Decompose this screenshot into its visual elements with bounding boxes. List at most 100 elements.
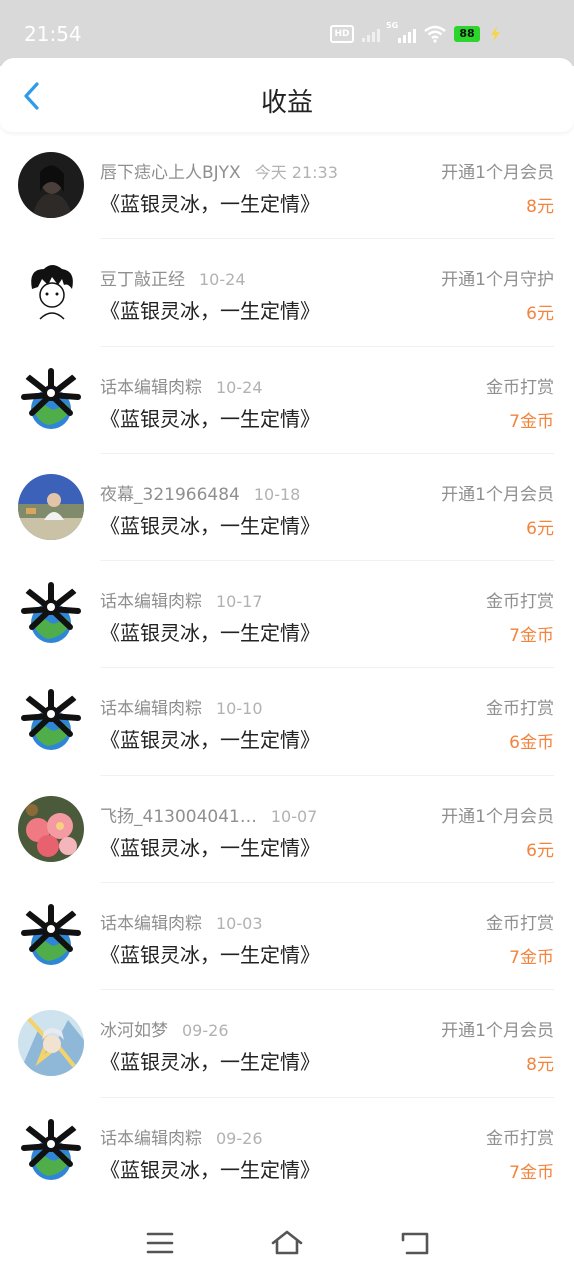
earning-amount: 8元	[526, 1055, 554, 1076]
charging-bolt-icon	[491, 26, 500, 42]
earning-type: 金币打赏	[486, 592, 554, 613]
status-icons: HD 5G 88	[330, 21, 502, 46]
row-meta: 话本编辑肉粽 10-03	[100, 909, 263, 934]
earning-amount: 6元	[526, 518, 554, 539]
earth-bones-avatar[interactable]	[18, 1117, 84, 1184]
earning-type: 开通1个月守护	[441, 270, 554, 291]
row-meta: 话本编辑肉粽 10-24	[100, 373, 263, 398]
user-name: 话本编辑肉粽	[100, 914, 202, 935]
anime-avatar[interactable]	[18, 1010, 84, 1077]
user-name: 豆丁敲正经	[100, 270, 185, 291]
timestamp: 今天 21:33	[254, 163, 338, 182]
earning-row[interactable]: 话本编辑肉粽 10-17 《蓝银灵冰，一生定情》 金币打赏 7金币	[0, 561, 574, 669]
timestamp: 10-03	[216, 914, 263, 934]
row-meta: 冰河如梦 09-26	[100, 1016, 229, 1041]
page-title: 收益	[260, 88, 313, 118]
earning-amount: 8元	[526, 197, 554, 217]
earth-bones-avatar[interactable]	[18, 688, 84, 755]
user-name: 话本编辑肉粽	[100, 377, 202, 398]
menu-button[interactable]	[140, 1228, 180, 1258]
back-icon	[401, 1232, 429, 1255]
battery-icon: 88	[454, 26, 480, 42]
earning-amount: 7金币	[509, 948, 554, 969]
user-name: 夜幕_321966484	[100, 484, 240, 505]
earth-bones-avatar[interactable]	[18, 903, 84, 970]
status-bar: 21:54 HD 5G 88	[0, 0, 574, 66]
earning-type: 金币打赏	[486, 1128, 554, 1149]
home-icon	[271, 1230, 303, 1255]
home-button[interactable]	[267, 1228, 307, 1258]
book-title: 《蓝银灵冰，一生定情》	[100, 406, 320, 431]
earning-amount: 7金币	[509, 411, 554, 432]
row-meta: 唇下痣心上人BJYX 今天 21:33	[100, 158, 338, 183]
status-time: 21:54	[24, 22, 82, 46]
row-meta: 豆丁敲正经 10-24	[100, 265, 246, 290]
menu-icon	[146, 1232, 174, 1254]
book-title: 《蓝银灵冰，一生定情》	[100, 299, 320, 324]
user-name: 话本编辑肉粽	[100, 699, 202, 720]
earning-row[interactable]: 飞扬_413004041… 10-07 《蓝银灵冰，一生定情》 开通1个月会员 6…	[0, 776, 574, 884]
earning-type: 金币打赏	[486, 914, 554, 935]
earth-bones-avatar[interactable]	[18, 581, 84, 648]
dark-portrait-avatar[interactable]	[18, 152, 84, 218]
book-title: 《蓝银灵冰，一生定情》	[100, 1050, 320, 1075]
book-title: 《蓝银灵冰，一生定情》	[100, 835, 320, 860]
earning-row[interactable]: 豆丁敲正经 10-24 《蓝银灵冰，一生定情》 开通1个月守护 6元	[0, 239, 574, 347]
earning-amount: 7金币	[509, 626, 554, 647]
earning-row[interactable]: 夜幕_321966484 10-18 《蓝银灵冰，一生定情》 开通1个月会员 6元	[0, 454, 574, 562]
timestamp: 10-07	[270, 806, 318, 826]
timestamp: 10-17	[216, 592, 263, 612]
timestamp: 10-24	[199, 270, 246, 290]
earning-row[interactable]: 话本编辑肉粽 10-03 《蓝银灵冰，一生定情》 金币打赏 7金币	[0, 883, 574, 991]
back-nav-button[interactable]	[395, 1228, 435, 1258]
book-title: 《蓝银灵冰，一生定情》	[100, 513, 320, 538]
earning-amount: 7金币	[509, 1162, 554, 1183]
earning-amount: 6元	[526, 840, 554, 861]
earning-row[interactable]: 话本编辑肉粽 10-24 《蓝银灵冰，一生定情》 金币打赏 7金币	[0, 347, 574, 454]
header: 收益	[0, 58, 574, 132]
timestamp: 09-26	[182, 1021, 229, 1041]
hd-icon: HD	[330, 25, 354, 43]
user-name: 唇下痣心上人BJYX	[100, 163, 241, 183]
earning-type: 金币打赏	[486, 699, 554, 720]
wifi-icon	[424, 25, 446, 43]
user-name: 冰河如梦	[100, 1021, 168, 1042]
sketch-avatar[interactable]	[18, 259, 84, 326]
book-title: 《蓝银灵冰，一生定情》	[100, 943, 320, 968]
earth-bones-avatar[interactable]	[18, 366, 84, 433]
timestamp: 10-18	[253, 484, 301, 504]
earning-type: 开通1个月会员	[441, 1021, 554, 1042]
5g-label: 5G	[386, 21, 399, 30]
row-meta: 话本编辑肉粽 10-17	[100, 587, 263, 612]
row-meta: 夜幕_321966484 10-18	[100, 480, 300, 505]
earning-amount: 6元	[526, 304, 554, 325]
earning-type: 开通1个月会员	[441, 484, 554, 505]
system-nav-bar	[0, 1206, 574, 1280]
flowers-avatar[interactable]	[18, 795, 84, 862]
row-meta: 飞扬_413004041… 10-07	[100, 802, 317, 827]
user-name: 话本编辑肉粽	[100, 592, 202, 613]
row-meta: 话本编辑肉粽 10-10	[100, 694, 263, 719]
earning-row[interactable]: 冰河如梦 09-26 《蓝银灵冰，一生定情》 开通1个月会员 8元	[0, 990, 574, 1098]
row-meta: 话本编辑肉粽 09-26	[100, 1124, 263, 1149]
book-title: 《蓝银灵冰，一生定情》	[100, 192, 320, 216]
earnings-list: 唇下痣心上人BJYX 今天 21:33 《蓝银灵冰，一生定情》 开通1个月会员 8…	[0, 132, 574, 1205]
earning-type: 金币打赏	[486, 377, 554, 398]
book-title: 《蓝银灵冰，一生定情》	[100, 621, 320, 646]
book-title: 《蓝银灵冰，一生定情》	[100, 728, 320, 753]
signal-icon	[362, 26, 380, 42]
timestamp: 09-26	[216, 1128, 263, 1148]
earning-row[interactable]: 话本编辑肉粽 09-26 《蓝银灵冰，一生定情》 金币打赏 7金币	[0, 1098, 574, 1205]
book-title: 《蓝银灵冰，一生定情》	[100, 1157, 320, 1182]
earning-type: 开通1个月会员	[441, 163, 554, 183]
earning-row[interactable]: 唇下痣心上人BJYX 今天 21:33 《蓝银灵冰，一生定情》 开通1个月会员 8…	[0, 132, 574, 240]
earning-row[interactable]: 话本编辑肉粽 10-10 《蓝银灵冰，一生定情》 金币打赏 6金币	[0, 668, 574, 776]
user-name: 飞扬_413004041…	[100, 806, 257, 827]
user-name: 话本编辑肉粽	[100, 1128, 202, 1149]
5g-signal-icon: 5G	[386, 21, 416, 43]
earning-type: 开通1个月会员	[441, 806, 554, 827]
timestamp: 10-24	[216, 377, 263, 397]
outdoor-photo-avatar[interactable]	[18, 473, 84, 540]
timestamp: 10-10	[216, 699, 263, 719]
earning-amount: 6金币	[509, 733, 554, 754]
